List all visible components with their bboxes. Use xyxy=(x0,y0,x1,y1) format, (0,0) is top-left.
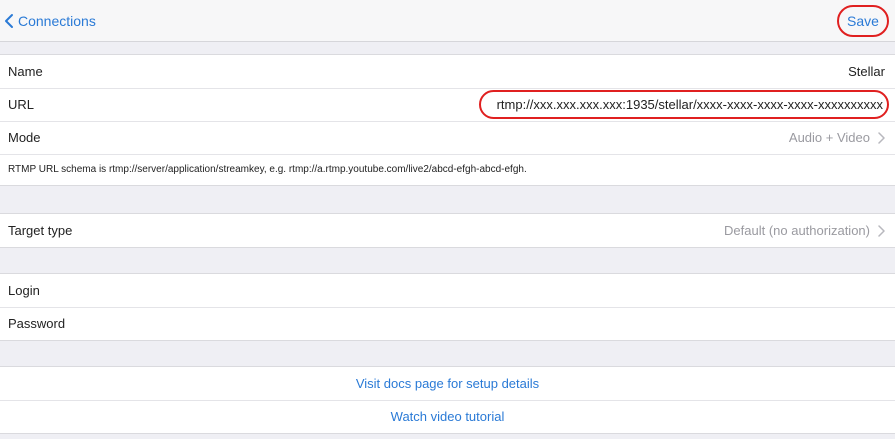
chevron-right-icon xyxy=(878,224,885,237)
back-button-label: Connections xyxy=(18,13,96,29)
connection-settings-group: Name Stellar URL rtmp://xxx.xxx.xxx.xxx:… xyxy=(0,54,895,186)
target-type-value-container: Default (no authorization) xyxy=(724,214,885,247)
chevron-left-icon xyxy=(5,14,13,28)
target-type-row[interactable]: Target type Default (no authorization) xyxy=(0,214,895,247)
mode-label: Mode xyxy=(8,130,41,145)
mode-value-container: Audio + Video xyxy=(789,121,885,154)
docs-link[interactable]: Visit docs page for setup details xyxy=(0,367,895,400)
url-row[interactable]: URL rtmp://xxx.xxx.xxx.xxx:1935/stellar/… xyxy=(0,88,895,121)
target-type-label: Target type xyxy=(8,223,73,238)
mode-value: Audio + Video xyxy=(788,130,870,145)
name-label: Name xyxy=(8,64,43,79)
mode-row[interactable]: Mode Audio + Video xyxy=(0,121,895,154)
password-label: Password xyxy=(8,316,66,331)
target-type-value: Default (no authorization) xyxy=(724,223,870,238)
chevron-right-icon xyxy=(878,131,885,144)
target-type-group: Target type Default (no authorization) xyxy=(0,213,895,248)
video-tutorial-link[interactable]: Watch video tutorial xyxy=(0,400,895,433)
name-value: Stellar xyxy=(848,64,885,79)
save-button[interactable]: Save xyxy=(837,5,889,37)
schema-note-text: RTMP URL schema is rtmp://server/applica… xyxy=(8,164,527,175)
schema-note: RTMP URL schema is rtmp://server/applica… xyxy=(0,154,895,185)
login-row[interactable]: Login xyxy=(0,274,895,307)
name-row[interactable]: Name Stellar xyxy=(0,55,895,88)
url-label: URL xyxy=(8,97,35,112)
back-button[interactable]: Connections xyxy=(4,10,96,32)
navigation-bar: Connections Save xyxy=(0,0,895,42)
password-row[interactable]: Password xyxy=(0,307,895,340)
login-label: Login xyxy=(8,283,40,298)
url-field[interactable]: rtmp://xxx.xxx.xxx.xxx:1935/stellar/xxxx… xyxy=(479,90,889,119)
credentials-group: Login Password xyxy=(0,273,895,341)
help-links-group: Visit docs page for setup details Watch … xyxy=(0,366,895,434)
url-value: rtmp://xxx.xxx.xxx.xxx:1935/stellar/xxxx… xyxy=(496,97,883,112)
